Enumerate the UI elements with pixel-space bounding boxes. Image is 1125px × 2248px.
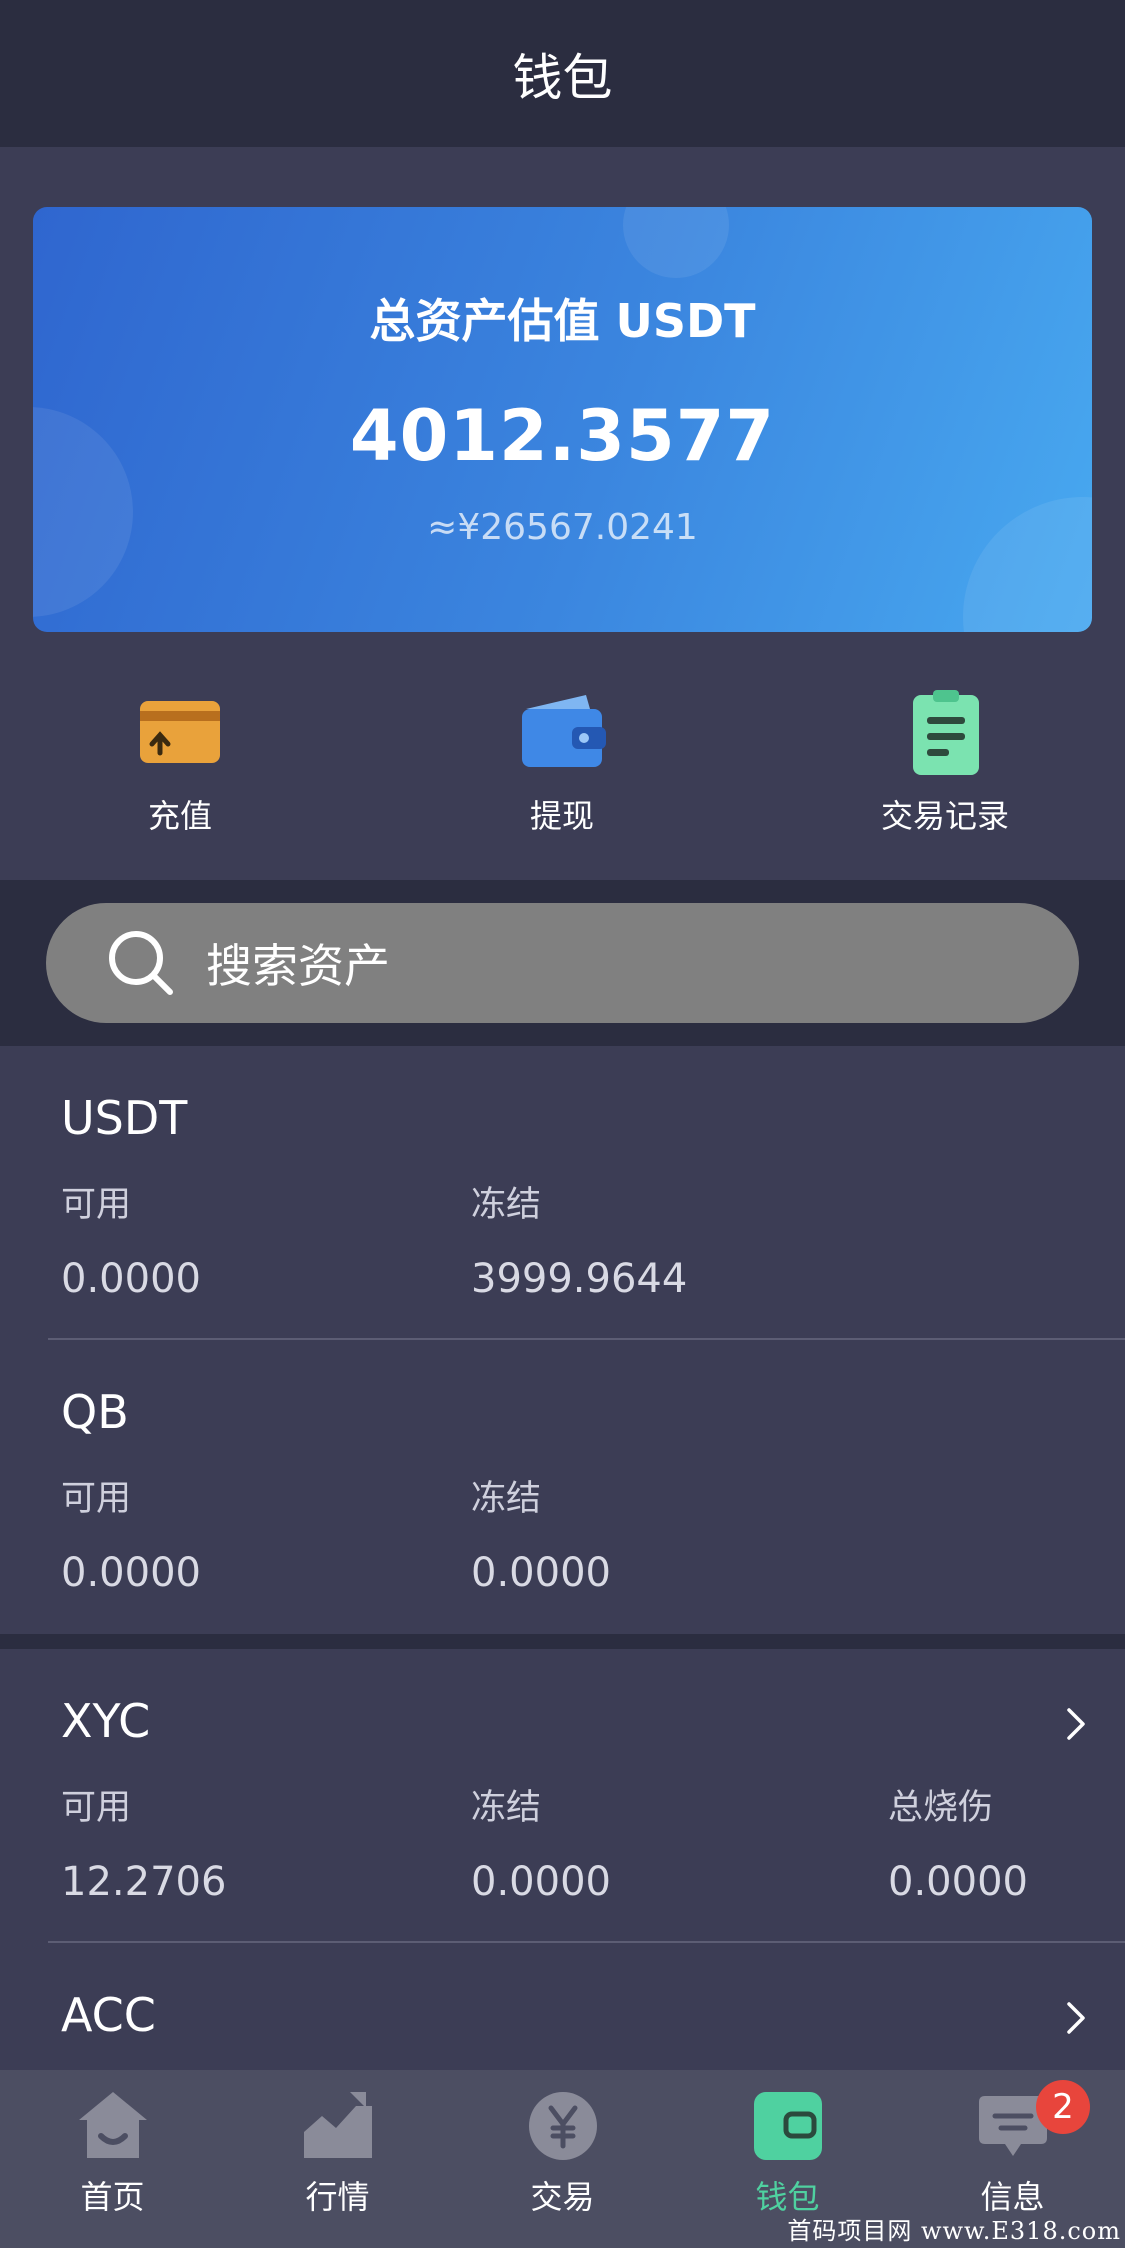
tab-label: 行情: [305, 2178, 370, 2216]
frozen-value: 0.0000: [471, 1859, 611, 1905]
recharge-button[interactable]: 充值: [30, 687, 330, 837]
asset-item-qb[interactable]: QB 可用 冻结 0.0000 0.0000: [0, 1340, 1125, 1634]
asset-item-acc[interactable]: ACC: [0, 1943, 1125, 2070]
search-input[interactable]: 搜索资产: [46, 903, 1079, 1023]
asset-item-xyc[interactable]: XYC 可用 冻结 总烧伤 12.2706 0.0000 0.0000: [0, 1649, 1125, 1943]
unread-badge: 2: [1036, 2080, 1090, 2134]
asset-name: XYC: [61, 1694, 151, 1748]
frozen-label: 冻结: [471, 1185, 542, 1225]
frozen-value: 3999.9644: [471, 1256, 688, 1302]
withdraw-label: 提现: [529, 797, 594, 835]
tab-trade[interactable]: 交易: [450, 2070, 675, 2248]
available-label: 可用: [61, 1479, 132, 1519]
available-label: 可用: [61, 1185, 132, 1225]
total-assets-cny: ≈¥26567.0241: [427, 507, 698, 548]
watermark: 首码项目网 www.E318.com: [787, 2217, 1121, 2245]
burn-value: 0.0000: [888, 1859, 1028, 1905]
tab-label: 首页: [80, 2178, 145, 2216]
total-assets-title: 总资产估值 USDT: [369, 294, 756, 348]
recharge-card-icon: [140, 701, 220, 763]
wallet-tab-icon: [753, 2092, 822, 2160]
available-value: 12.2706: [61, 1859, 227, 1905]
transaction-history-button[interactable]: 交易记录: [795, 687, 1095, 837]
chevron-right-icon[interactable]: [1063, 1704, 1089, 1744]
available-label: 可用: [61, 1788, 132, 1828]
tab-label: 交易: [530, 2178, 595, 2216]
asset-item-usdt[interactable]: USDT 可用 冻结 0.0000 3999.9644: [0, 1046, 1125, 1340]
frozen-value: 0.0000: [471, 1550, 611, 1596]
page-title: 钱包: [512, 48, 613, 107]
asset-name: ACC: [61, 1988, 156, 2042]
search-icon: [109, 931, 173, 995]
home-icon: [78, 2092, 147, 2158]
asset-name: USDT: [61, 1091, 188, 1145]
search-placeholder: 搜索资产: [206, 939, 390, 993]
search-section: 搜索资产: [0, 880, 1125, 1046]
yen-coin-icon: [528, 2092, 597, 2160]
app-header: 钱包: [0, 0, 1125, 147]
transaction-history-label: 交易记录: [880, 797, 1009, 835]
frozen-label: 冻结: [471, 1479, 542, 1519]
tab-home[interactable]: 首页: [0, 2070, 225, 2248]
burn-label: 总烧伤: [888, 1788, 994, 1828]
asset-group-main: USDT 可用 冻结 0.0000 3999.9644 QB 可用 冻结 0.0…: [0, 1046, 1125, 1634]
asset-name: QB: [61, 1385, 129, 1439]
withdraw-button[interactable]: 提现: [412, 687, 712, 837]
tab-market[interactable]: 行情: [225, 2070, 450, 2248]
available-value: 0.0000: [61, 1256, 201, 1302]
recharge-label: 充值: [147, 797, 212, 835]
asset-group-tokens: XYC 可用 冻结 总烧伤 12.2706 0.0000 0.0000 ACC: [0, 1649, 1125, 2070]
total-assets-value: 4012.3577: [349, 395, 776, 477]
wallet-summary-panel: 总资产估值 USDT 4012.3577 ≈¥26567.0241 充值 提现 …: [0, 147, 1125, 880]
clipboard-icon: [913, 690, 979, 775]
available-value: 0.0000: [61, 1550, 201, 1596]
frozen-label: 冻结: [471, 1788, 542, 1828]
chevron-right-icon[interactable]: [1063, 1998, 1089, 2038]
market-chart-icon: [301, 2092, 372, 2158]
total-assets-card: 总资产估值 USDT 4012.3577 ≈¥26567.0241: [33, 207, 1092, 632]
wallet-icon: [522, 695, 606, 767]
